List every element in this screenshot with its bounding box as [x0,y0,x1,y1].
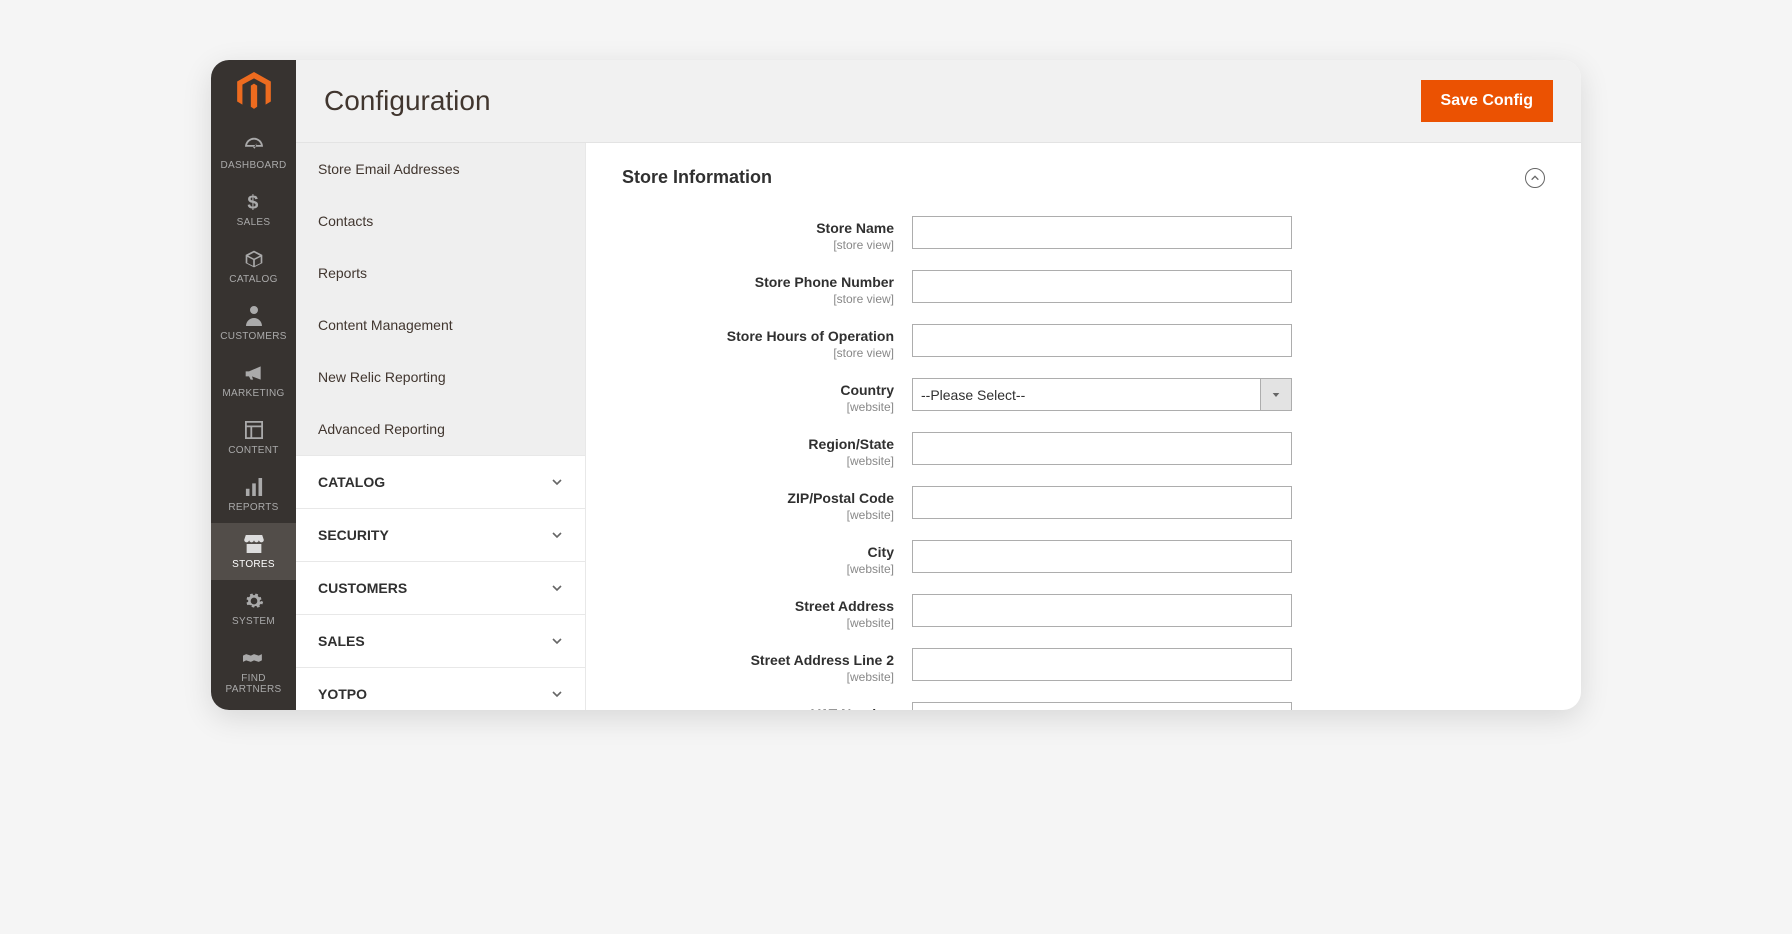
scope-website: [website] [622,400,894,414]
nav-stores[interactable]: STORES [211,523,296,580]
row-street: Street Address [website] [622,594,1545,630]
label-country: Country [622,382,894,398]
input-city[interactable] [912,540,1292,573]
handshake-icon [243,647,265,669]
label-store-name: Store Name [622,220,894,236]
scope-store-view: [store view] [622,238,894,252]
label-city: City [622,544,894,560]
layout-icon [243,419,265,441]
row-region: Region/State [website] [622,432,1545,468]
row-zip: ZIP/Postal Code [website] [622,486,1545,522]
magento-logo[interactable] [234,72,274,112]
row-street2: Street Address Line 2 [website] [622,648,1545,684]
nav-find-partners[interactable]: FIND PARTNERS [211,637,296,705]
nav-reports[interactable]: REPORTS [211,466,296,523]
main-area: Configuration Save Config Store Email Ad… [296,60,1581,710]
scope-website: [website] [622,454,894,468]
config-sub-sidebar: Store Email Addresses Contacts Reports C… [296,143,586,710]
cat-security[interactable]: SECURITY [296,508,585,561]
scope-website: [website] [622,616,894,630]
chevron-down-icon [551,529,563,541]
row-store-hours: Store Hours of Operation [store view] [622,324,1545,360]
select-country[interactable] [912,378,1292,411]
sub-item-store-email[interactable]: Store Email Addresses [296,143,585,195]
chevron-up-icon [1530,173,1540,183]
section-head: Store Information [622,167,1545,188]
select-chevron-button[interactable] [1260,378,1292,411]
input-store-phone[interactable] [912,270,1292,303]
nav-system[interactable]: SYSTEM [211,580,296,637]
sub-item-adv-report[interactable]: Advanced Reporting [296,403,585,455]
gear-icon [243,590,265,612]
person-icon [243,305,265,327]
cat-catalog[interactable]: CATALOG [296,455,585,508]
input-street2[interactable] [912,648,1292,681]
input-region[interactable] [912,432,1292,465]
content-row: Store Email Addresses Contacts Reports C… [296,143,1581,710]
sub-item-contacts[interactable]: Contacts [296,195,585,247]
box-icon [243,248,265,270]
chevron-down-icon [551,476,563,488]
scope-website: [website] [622,508,894,522]
row-store-name: Store Name [store view] [622,216,1545,252]
cat-yotpo[interactable]: YOTPO [296,667,585,710]
sub-item-reports[interactable]: Reports [296,247,585,299]
sub-item-newrelic[interactable]: New Relic Reporting [296,351,585,403]
scope-website: [website] [622,670,894,684]
admin-sidenav: DASHBOARD $ SALES CATALOG CUSTOMERS MARK… [211,60,296,710]
row-country: Country [website] [622,378,1545,414]
page-header: Configuration Save Config [296,60,1581,143]
collapse-section-button[interactable] [1525,168,1545,188]
nav-content[interactable]: CONTENT [211,409,296,466]
row-vat: VAT Number [622,702,1545,710]
store-icon [243,533,265,555]
input-store-name[interactable] [912,216,1292,249]
nav-dashboard[interactable]: DASHBOARD [211,124,296,181]
dashboard-icon [243,134,265,156]
sub-item-content-mgmt[interactable]: Content Management [296,299,585,351]
cat-sales[interactable]: SALES [296,614,585,667]
label-store-hours: Store Hours of Operation [622,328,894,344]
label-store-phone: Store Phone Number [622,274,894,290]
row-city: City [website] [622,540,1545,576]
chevron-down-icon [551,582,563,594]
row-store-phone: Store Phone Number [store view] [622,270,1545,306]
chevron-down-icon [551,688,563,700]
form-area: Store Information Store Name [store view]… [586,143,1581,710]
scope-website: [website] [622,562,894,576]
cat-customers[interactable]: CUSTOMERS [296,561,585,614]
nav-sales[interactable]: $ SALES [211,181,296,238]
dollar-icon: $ [243,191,265,213]
input-store-hours[interactable] [912,324,1292,357]
select-country-display[interactable] [912,378,1260,411]
label-street: Street Address [622,598,894,614]
megaphone-icon [243,362,265,384]
scope-store-view: [store view] [622,346,894,360]
section-title: Store Information [622,167,772,188]
label-zip: ZIP/Postal Code [622,490,894,506]
label-vat: VAT Number [622,706,894,710]
nav-customers[interactable]: CUSTOMERS [211,295,296,352]
save-config-button[interactable]: Save Config [1421,80,1553,122]
triangle-down-icon [1272,391,1280,399]
page-title: Configuration [324,85,491,117]
scope-store-view: [store view] [622,292,894,306]
input-zip[interactable] [912,486,1292,519]
label-region: Region/State [622,436,894,452]
chevron-down-icon [551,635,563,647]
nav-marketing[interactable]: MARKETING [211,352,296,409]
bar-chart-icon [243,476,265,498]
app-frame: DASHBOARD $ SALES CATALOG CUSTOMERS MARK… [211,60,1581,710]
svg-text:$: $ [247,192,258,213]
input-street[interactable] [912,594,1292,627]
label-street2: Street Address Line 2 [622,652,894,668]
nav-catalog[interactable]: CATALOG [211,238,296,295]
input-vat[interactable] [912,702,1292,710]
